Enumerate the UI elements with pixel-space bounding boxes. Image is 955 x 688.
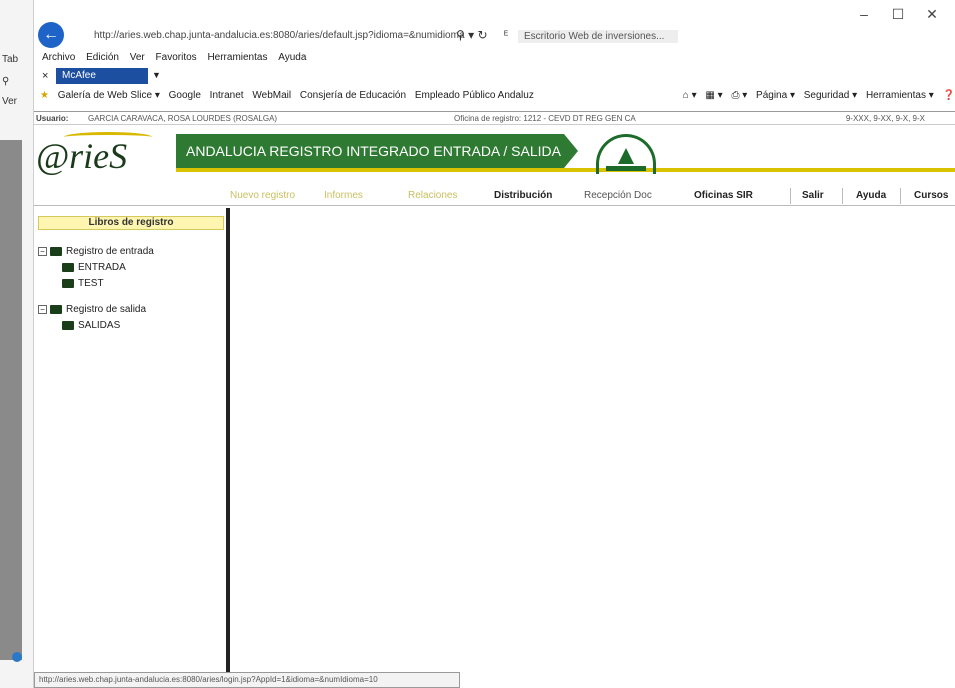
tool-herramientas[interactable]: Herramientas ▾ xyxy=(866,90,934,101)
background-window-edge: Tab ⚲ Ver xyxy=(0,0,34,688)
nav-nuevo-registro[interactable]: Nuevo registro xyxy=(230,190,295,201)
nav-separator xyxy=(842,188,843,204)
nav-ayuda[interactable]: Ayuda xyxy=(856,190,886,201)
close-toolbar-icon[interactable]: × xyxy=(42,70,48,82)
app-header: @rieS ANDALUCIA REGISTRO INTEGRADO ENTRA… xyxy=(34,128,955,184)
junta-andalucia-seal-icon xyxy=(596,134,656,174)
folder-open-icon xyxy=(62,278,74,288)
nav-informes[interactable]: Informes xyxy=(324,190,363,201)
app-title: ANDALUCIA REGISTRO INTEGRADO ENTRADA / S… xyxy=(176,134,564,168)
background-tab-label: Tab xyxy=(2,54,19,65)
tool-pagina[interactable]: Página ▾ xyxy=(756,90,795,101)
close-icon[interactable]: ✕ xyxy=(915,6,949,23)
browser-window: ← http://aries.web.chap.junta-andalucia.… xyxy=(34,0,955,688)
tree-node-registro-salida[interactable]: − Registro de salida xyxy=(38,302,154,318)
background-circle-icon xyxy=(12,652,22,662)
address-url[interactable]: http://aries.web.chap.junta-andalucia.es… xyxy=(94,30,465,41)
sidebar: Libros de registro − Registro de entrada … xyxy=(34,208,230,688)
nav-recepcion-doc[interactable]: Recepción Doc xyxy=(584,190,652,201)
nav-separator xyxy=(790,188,791,204)
search-icon[interactable]: ⚲ ▾ ↻ xyxy=(456,28,488,42)
back-button[interactable]: ← xyxy=(38,22,64,48)
tree-label: Registro de salida xyxy=(66,304,147,315)
mcafee-toolbar: × McAfee ▼ xyxy=(34,68,955,86)
menu-ayuda[interactable]: Ayuda xyxy=(278,52,306,63)
background-window-strip xyxy=(0,140,22,660)
tree-label: TEST xyxy=(78,278,104,289)
background-search-icon: ⚲ xyxy=(2,76,10,87)
nav-distribucion[interactable]: Distribución xyxy=(494,190,552,201)
print-icon[interactable]: ⎙ ▾ xyxy=(731,90,747,101)
menu-archivo[interactable]: Archivo xyxy=(42,52,75,63)
folder-icon xyxy=(62,262,74,272)
favorites-bar: ★ Galería de Web Slice ▾ Google Intranet… xyxy=(34,90,955,106)
fav-consejeria[interactable]: Consjería de Educación xyxy=(300,90,406,101)
fav-intranet[interactable]: Intranet xyxy=(210,90,244,101)
tab-favicon-icon: ᴱ xyxy=(504,30,509,41)
fav-empleado[interactable]: Empleado Público Andaluz xyxy=(415,90,534,101)
aries-logo: @rieS xyxy=(36,136,128,176)
nav-oficinas-sir[interactable]: Oficinas SIR xyxy=(694,190,753,201)
folder-icon xyxy=(50,304,62,314)
nav-cursos[interactable]: Cursos xyxy=(914,190,948,201)
date-info: 9-XXX, 9-XX, 9-X, 9-X xyxy=(845,114,925,123)
mcafee-button[interactable]: McAfee xyxy=(56,68,148,84)
menu-edicion[interactable]: Edición xyxy=(86,52,119,63)
tree-label: Registro de entrada xyxy=(66,246,154,257)
chevron-down-icon[interactable]: ▼ xyxy=(152,70,161,80)
folder-icon xyxy=(50,246,62,256)
registry-tree: − Registro de entrada ENTRADA TEST − Regis… xyxy=(38,244,154,334)
collapse-icon[interactable]: − xyxy=(38,246,47,256)
star-icon[interactable]: ★ xyxy=(40,90,49,101)
office-info: Oficina de registro: 1212 - CEVD DT REG … xyxy=(454,114,636,123)
status-bar-url: http://aries.web.chap.junta-andalucia.es… xyxy=(34,672,460,688)
minimize-icon[interactable]: – xyxy=(847,6,881,22)
user-label: Usuario: xyxy=(36,114,69,123)
menu-herramientas[interactable]: Herramientas xyxy=(207,52,267,63)
nav-salir[interactable]: Salir xyxy=(802,190,824,201)
main-content-area xyxy=(234,208,955,674)
maximize-icon[interactable]: ☐ xyxy=(881,6,915,23)
tool-seguridad[interactable]: Seguridad ▾ xyxy=(804,90,857,101)
window-controls: – ☐ ✕ xyxy=(847,6,949,23)
home-icon[interactable]: ⌂ ▾ xyxy=(683,90,697,101)
background-view-label: Ver xyxy=(2,96,18,107)
tree-label: SALIDAS xyxy=(78,320,121,331)
fav-webmail[interactable]: WebMail xyxy=(252,90,291,101)
nav-separator xyxy=(900,188,901,204)
fav-google[interactable]: Google xyxy=(169,90,201,101)
command-bar: ⌂ ▾ ▦ ▾ ⎙ ▾ Página ▾ Seguridad ▾ Herrami… xyxy=(677,90,955,101)
tree-node-salidas[interactable]: SALIDAS xyxy=(38,318,154,334)
user-name: GARCIA CARAVACA, ROSA LOURDES (ROSALGA) xyxy=(88,114,278,123)
tree-label: ENTRADA xyxy=(78,262,126,273)
fav-web-slice[interactable]: Galería de Web Slice ▾ xyxy=(58,90,160,101)
header-stripe xyxy=(176,168,955,172)
sidebar-title: Libros de registro xyxy=(38,216,224,230)
main-nav: Nuevo registro Informes Relaciones Distr… xyxy=(34,186,955,206)
feeds-icon[interactable]: ▦ ▾ xyxy=(705,90,722,101)
title-band-tail xyxy=(564,134,578,168)
tree-node-test[interactable]: TEST xyxy=(38,276,154,292)
menu-ver[interactable]: Ver xyxy=(130,52,145,63)
browser-tab[interactable]: Escritorio Web de inversiones... xyxy=(518,30,678,43)
menu-favoritos[interactable]: Favoritos xyxy=(156,52,197,63)
address-row: ← http://aries.web.chap.junta-andalucia.… xyxy=(34,0,955,48)
tree-node-registro-entrada[interactable]: − Registro de entrada xyxy=(38,244,154,260)
menu-bar: Archivo Edición Ver Favoritos Herramient… xyxy=(34,52,306,68)
nav-relaciones[interactable]: Relaciones xyxy=(408,190,457,201)
user-info-bar: Usuario: GARCIA CARAVACA, ROSA LOURDES (… xyxy=(34,111,955,125)
collapse-icon[interactable]: − xyxy=(38,304,47,314)
help-icon[interactable]: ❓ xyxy=(943,90,955,101)
folder-icon xyxy=(62,320,74,330)
tree-node-entrada[interactable]: ENTRADA xyxy=(38,260,154,276)
